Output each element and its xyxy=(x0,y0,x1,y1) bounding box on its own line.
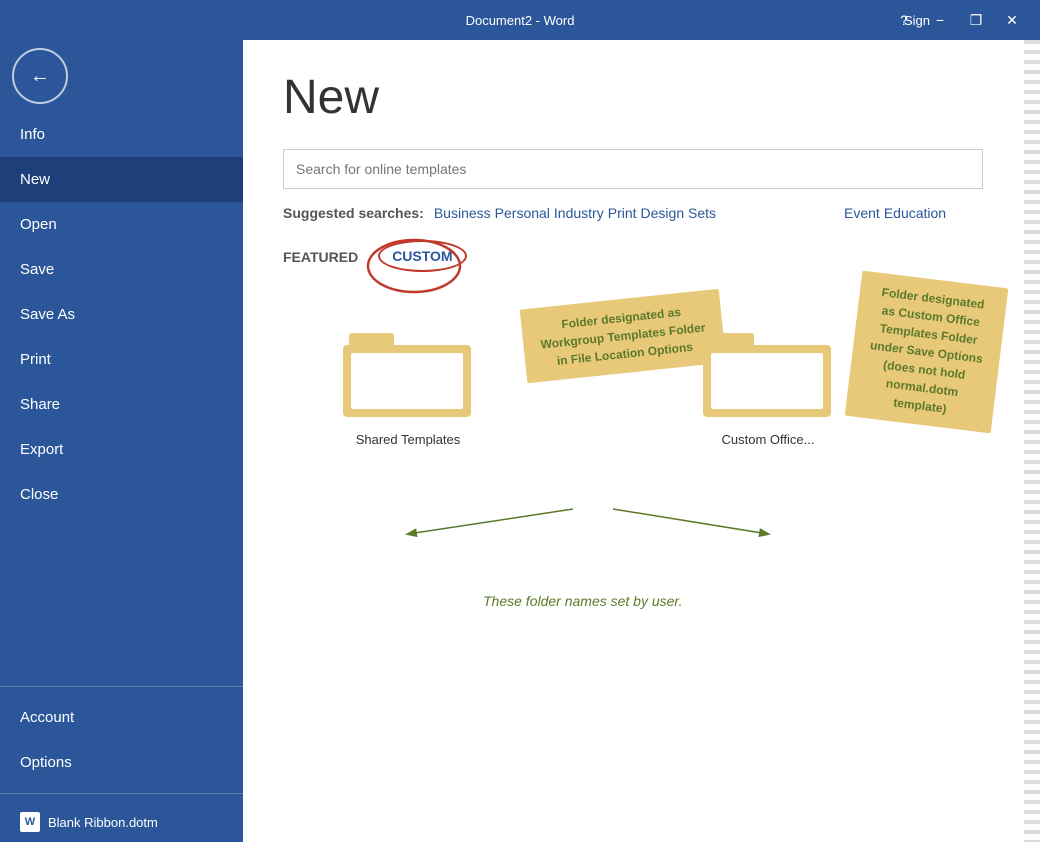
shared-templates-folder[interactable]: Shared Templates xyxy=(343,319,473,447)
search-link-industry[interactable]: Industry xyxy=(554,205,604,221)
main-content: New Suggested searches: Business Persona… xyxy=(243,40,1040,842)
window-title: Document2 - Word xyxy=(466,13,575,28)
search-link-designsets[interactable]: Design Sets xyxy=(641,205,716,221)
recent-file-name: Blank Ribbon.dotm xyxy=(48,815,158,830)
templates-area: Shared Templates Folder designated as Wo… xyxy=(283,299,1000,619)
sidebar-item-new[interactable]: New xyxy=(0,157,243,202)
sidebar-item-share[interactable]: Share xyxy=(0,382,243,427)
app-body: ← Info New Open Save Save As Print Share… xyxy=(0,40,1040,842)
custom-office-folder[interactable]: Custom Office... xyxy=(703,319,833,447)
maximize-button[interactable]: ❐ xyxy=(960,6,992,34)
shared-templates-label: Shared Templates xyxy=(343,432,473,447)
sidebar-divider xyxy=(0,686,243,687)
search-link-event[interactable]: Event xyxy=(844,205,880,221)
tab-featured[interactable]: FEATURED xyxy=(283,245,358,269)
suggested-label: Suggested searches: xyxy=(283,205,424,221)
suggested-searches: Suggested searches: Business Personal In… xyxy=(283,205,1000,221)
sidebar-item-export[interactable]: Export xyxy=(0,427,243,472)
shared-folder-tooltip: Folder designated as Workgroup Templates… xyxy=(520,289,727,384)
annotation-arrows xyxy=(283,499,903,579)
search-link-education[interactable]: Education xyxy=(884,205,946,221)
search-link-print[interactable]: Print xyxy=(608,205,637,221)
back-button[interactable]: ← xyxy=(12,48,68,104)
bottom-annotation: These folder names set by user. xyxy=(483,593,682,609)
folder-icon-custom xyxy=(703,319,833,419)
sidebar-item-print[interactable]: Print xyxy=(0,337,243,382)
custom-folder-tooltip: Folder designated as Custom Office Templ… xyxy=(845,271,1009,434)
sidebar-item-saveas[interactable]: Save As xyxy=(0,292,243,337)
page-title: New xyxy=(283,70,1000,125)
tab-custom-wrapper: CUSTOM xyxy=(378,248,466,266)
sidebar-bottom: Account Options W Blank Ribbon.dotm xyxy=(0,678,243,842)
sidebar-item-close[interactable]: Close xyxy=(0,472,243,517)
search-link-personal[interactable]: Personal xyxy=(495,205,550,221)
sidebar-item-open[interactable]: Open xyxy=(0,202,243,247)
tab-custom[interactable]: CUSTOM xyxy=(378,240,466,272)
folder-icon-shared xyxy=(343,319,473,419)
title-bar: Document2 - Word Sign ? − ❐ ✕ xyxy=(0,0,1040,40)
sidebar-item-info[interactable]: Info xyxy=(0,112,243,157)
sidebar: ← Info New Open Save Save As Print Share… xyxy=(0,40,243,842)
sidebar-item-account[interactable]: Account xyxy=(0,695,243,740)
search-input[interactable] xyxy=(283,149,983,189)
word-file-icon: W xyxy=(20,812,40,832)
sign-in-text[interactable]: Sign xyxy=(904,13,930,28)
search-link-business[interactable]: Business xyxy=(434,205,491,221)
tabs-row: FEATURED CUSTOM xyxy=(283,245,1000,269)
custom-office-label: Custom Office... xyxy=(703,432,833,447)
sidebar-divider-2 xyxy=(0,793,243,794)
sidebar-item-save[interactable]: Save xyxy=(0,247,243,292)
recent-file-item[interactable]: W Blank Ribbon.dotm xyxy=(0,802,243,842)
sidebar-item-options[interactable]: Options xyxy=(0,740,243,785)
close-button[interactable]: ✕ xyxy=(996,6,1028,34)
